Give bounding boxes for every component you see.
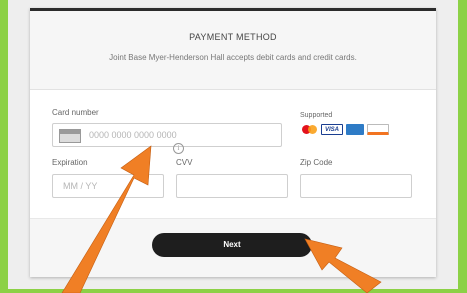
payment-method-title: PAYMENT METHOD: [189, 32, 277, 42]
supported-label: Supported: [300, 112, 333, 119]
zip-code-field[interactable]: [300, 174, 412, 198]
cvv-label: CVV: [176, 158, 193, 167]
zip-code-input[interactable]: [309, 175, 404, 197]
info-icon[interactable]: i: [173, 143, 184, 154]
expiration-input[interactable]: [63, 175, 158, 197]
amex-icon: [346, 124, 364, 135]
discover-icon: [367, 124, 389, 135]
mastercard-icon: [301, 124, 318, 135]
next-button[interactable]: Next: [152, 233, 312, 257]
payment-header: PAYMENT METHOD Joint Base Myer-Henderson…: [30, 11, 436, 90]
visa-icon: VISA: [321, 124, 343, 135]
accepted-cards-note: Joint Base Myer-Henderson Hall accepts d…: [109, 53, 357, 62]
expiration-field[interactable]: [52, 174, 164, 198]
card-number-input[interactable]: [89, 124, 274, 146]
expiration-label: Expiration: [52, 158, 88, 167]
cvv-field[interactable]: [176, 174, 288, 198]
credit-card-icon: [59, 129, 81, 143]
zip-code-label: Zip Code: [300, 158, 333, 167]
card-number-label: Card number: [52, 108, 99, 117]
cvv-input[interactable]: [185, 175, 280, 197]
card-number-field[interactable]: [52, 123, 282, 147]
supported-brands: VISA: [301, 124, 389, 135]
